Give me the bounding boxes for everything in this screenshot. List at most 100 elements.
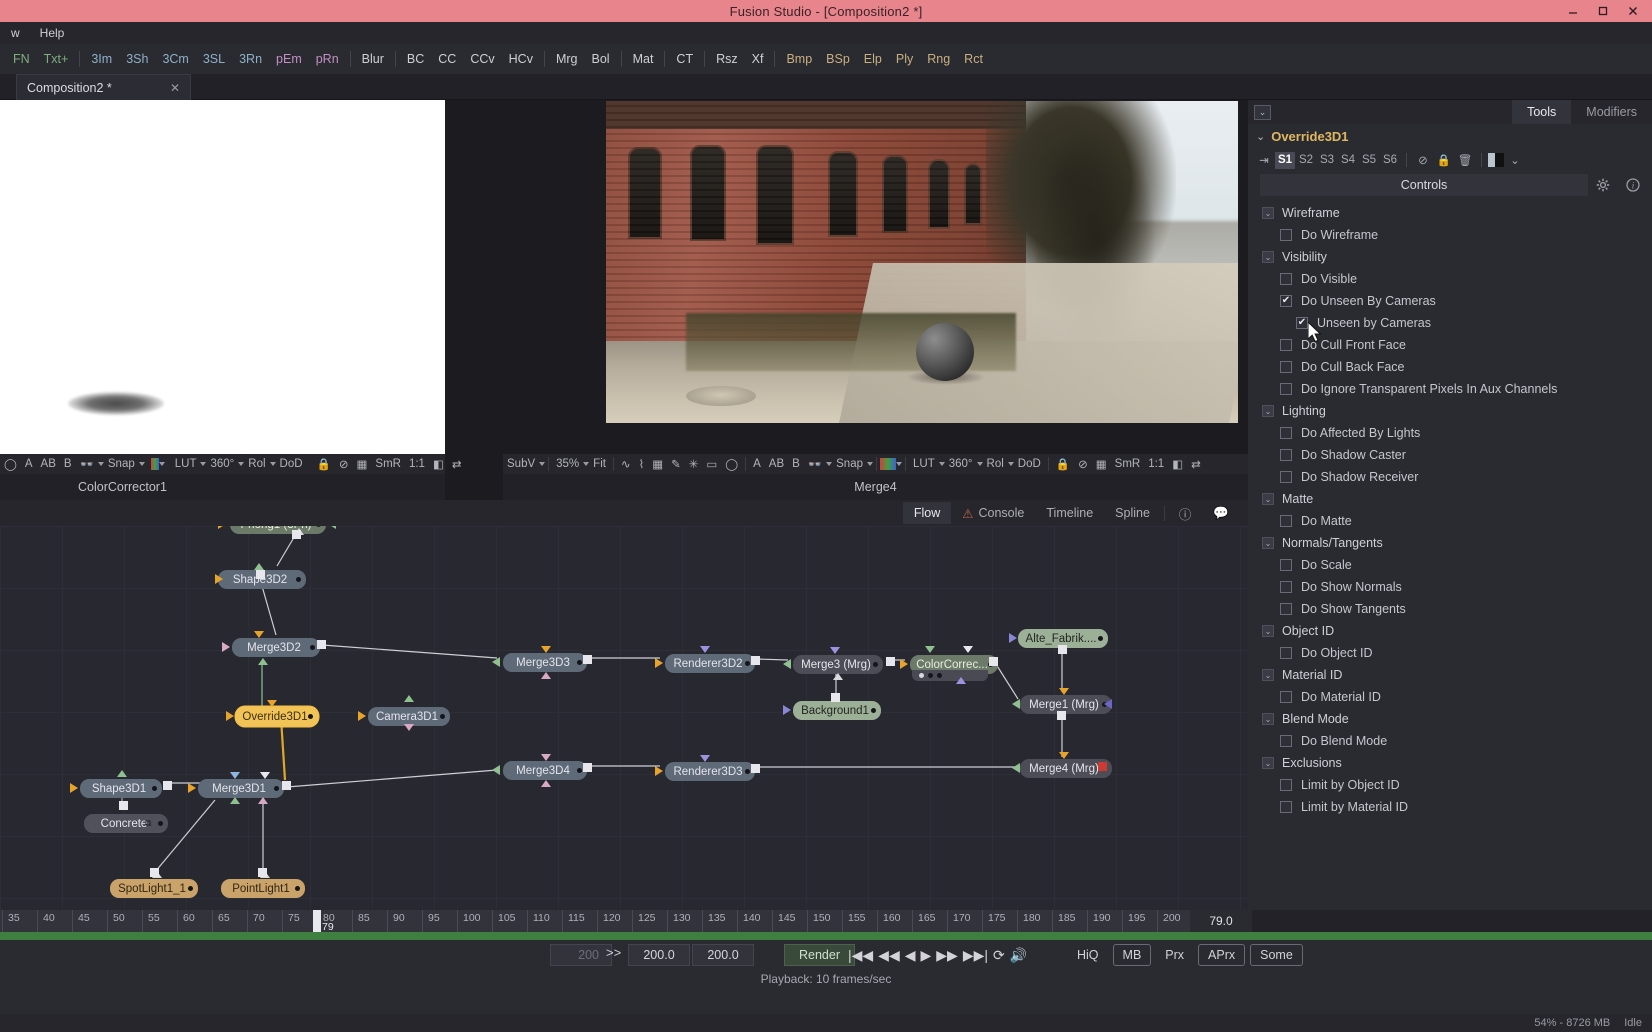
merge1-side-port[interactable]	[1104, 699, 1112, 709]
toolbar-button-mat[interactable]: Mat	[626, 50, 661, 68]
color-bar-icon[interactable]	[1488, 153, 1504, 167]
control-group-normals-tangents[interactable]: ⌄ Normals/Tangents	[1248, 532, 1652, 554]
viewer-left-ratio-button[interactable]: 1:1	[405, 458, 429, 470]
checkbox-do-visible[interactable]	[1280, 273, 1292, 285]
viewer-left-ab-button[interactable]: AB	[37, 458, 60, 470]
chevron-down-icon[interactable]: ⌄	[1262, 207, 1274, 219]
checkbox-do-affected-by-lights[interactable]	[1280, 427, 1292, 439]
toolbar-button-fn[interactable]: FN	[6, 50, 37, 68]
lock-icon[interactable]: 🔒	[313, 457, 335, 471]
tab-tools[interactable]: Tools	[1512, 100, 1572, 124]
control-group-matte[interactable]: ⌄ Matte	[1248, 488, 1652, 510]
viewer-right-snap-button[interactable]: Snap	[832, 458, 867, 470]
toolbar-button-rng[interactable]: Rng	[920, 50, 957, 68]
override3d1-top-port[interactable]	[267, 700, 277, 707]
info-icon[interactable]: i	[1618, 174, 1648, 196]
toolbar-button-cc[interactable]: CC	[431, 50, 463, 68]
chevron-down-icon[interactable]	[158, 462, 165, 466]
toolbar-button-3sl[interactable]: 3SL	[196, 50, 232, 68]
merge3d2-bot-port[interactable]	[258, 658, 268, 665]
node-merge3d3[interactable]: Merge3D3	[503, 653, 587, 672]
control-row-do-wireframe[interactable]: Do Wireframe	[1248, 224, 1652, 246]
checkbox-do-object-id[interactable]	[1280, 647, 1292, 659]
node-output-dot[interactable]	[1098, 636, 1103, 641]
toolbar-button-ct[interactable]: CT	[669, 50, 700, 68]
viewer-left-dod-button[interactable]: DoD	[276, 458, 307, 470]
merge3d3-out-square[interactable]	[583, 655, 592, 664]
merge3d2-out-square[interactable]	[317, 640, 326, 649]
node-pointlight1[interactable]: PointLight1	[221, 879, 305, 898]
close-icon[interactable]: ✕	[170, 81, 180, 95]
pointlight-out-square[interactable]	[258, 868, 267, 877]
curve-icon[interactable]: ∿	[617, 457, 635, 471]
shape3d2-out-square[interactable]	[256, 570, 265, 579]
audio-button[interactable]: 🔊	[1010, 947, 1027, 964]
toolbar-button-3im[interactable]: 3Im	[84, 50, 119, 68]
colorcorrector-top-green[interactable]	[925, 646, 935, 653]
info-icon[interactable]: ⓘ	[1168, 500, 1203, 527]
viewer-left-a-button[interactable]: A	[21, 458, 37, 470]
control-row-do-affected-by-lights[interactable]: Do Affected By Lights	[1248, 422, 1652, 444]
viewer-left-360-button[interactable]: 360°	[206, 458, 238, 470]
merge3d1-bot-green[interactable]	[230, 797, 240, 804]
viewer-right-ab-button[interactable]: AB	[765, 458, 788, 470]
merge3-top-port[interactable]	[830, 647, 840, 654]
merge3d1-top-blue[interactable]	[230, 772, 240, 779]
shape3d1-out-square[interactable]	[163, 781, 172, 790]
camera3d1-bot-port[interactable]	[404, 724, 414, 731]
lock-icon[interactable]: 🔒	[1434, 152, 1454, 169]
pen-icon[interactable]: ✎	[667, 457, 685, 471]
control-row-do-cull-back-face[interactable]: Do Cull Back Face	[1248, 356, 1652, 378]
node-output-dot[interactable]	[310, 645, 315, 650]
chevron-down-icon[interactable]	[138, 462, 145, 466]
node-output-dot[interactable]	[158, 821, 163, 826]
merge3-bot-port[interactable]	[833, 673, 843, 680]
toolbar-button-hcv[interactable]: HCv	[502, 50, 540, 68]
node-merge3d2[interactable]: Merge3D2	[232, 638, 320, 657]
toolbar-button-txt[interactable]: Txt+	[37, 50, 76, 68]
node-output-dot[interactable]	[873, 662, 878, 667]
viewer-left-b-button[interactable]: B	[60, 458, 76, 470]
toolbar-button-prn[interactable]: pRn	[309, 50, 346, 68]
chevron-down-icon[interactable]	[867, 462, 873, 466]
node-concrete[interactable]: Concrete	[84, 814, 168, 833]
chevron-down-icon[interactable]	[896, 462, 902, 466]
checker-icon[interactable]: ▦	[1092, 457, 1111, 471]
control-row-do-unseen-by-cameras[interactable]: Do Unseen By Cameras	[1248, 290, 1652, 312]
altefabrik-out-square[interactable]	[1058, 645, 1067, 654]
render-range-bar[interactable]	[0, 932, 1652, 940]
disable-icon[interactable]: ⊘	[335, 457, 353, 471]
merge3d3-bot-port[interactable]	[541, 672, 551, 679]
split-icon[interactable]: ◧	[429, 457, 448, 471]
chevron-down-icon[interactable]: ⌄	[1505, 152, 1525, 169]
checkbox-do-cull-back-face[interactable]	[1280, 361, 1292, 373]
render-button[interactable]: Render	[784, 944, 855, 966]
sparkle-icon[interactable]: ✳	[685, 457, 703, 471]
loop-button[interactable]: ⟳	[993, 947, 1005, 964]
chevron-down-icon[interactable]: ⌄	[1256, 130, 1265, 143]
magnet-icon[interactable]: ⌇	[635, 457, 649, 471]
checkbox-do-show-normals[interactable]	[1280, 581, 1292, 593]
toolbar-button-pem[interactable]: pEm	[269, 50, 309, 68]
disable-icon[interactable]: ⊘	[1074, 457, 1092, 471]
viewer-right-lut-button[interactable]: LUT	[909, 458, 939, 470]
grid-icon[interactable]: ▦	[648, 457, 667, 471]
checkbox-do-unseen-by-cameras[interactable]	[1280, 295, 1292, 307]
control-group-wireframe[interactable]: ⌄ Wireframe	[1248, 202, 1652, 224]
camera3d1-input-port[interactable]	[358, 711, 366, 721]
control-group-visibility[interactable]: ⌄ Visibility	[1248, 246, 1652, 268]
renderer3d2-input-port[interactable]	[655, 658, 663, 668]
menu-item-help[interactable]: Help	[31, 24, 74, 42]
control-row-limit-by-material-id[interactable]: Limit by Material ID	[1248, 796, 1652, 818]
merge3d1-top-white[interactable]	[260, 772, 270, 779]
stereo-icon[interactable]: 👓	[76, 457, 98, 471]
merge3d2-input-port[interactable]	[222, 642, 230, 652]
viewer-left-smr-button[interactable]: SmR	[371, 458, 405, 470]
node-output-dot[interactable]	[745, 769, 750, 774]
node-renderer3d3[interactable]: Renderer3D3	[665, 762, 755, 781]
viewer-right[interactable]: SubV 35% Fit ∿ ⌇ ▦ ✎ ✳ ▭ ◯ A AB B 👓 Snap…	[503, 100, 1248, 500]
merge3d3-top-port[interactable]	[541, 646, 551, 653]
lock-icon[interactable]: 🔒	[1052, 457, 1074, 471]
flow-tab-spline[interactable]: Spline	[1104, 502, 1161, 524]
chevron-down-icon[interactable]: ⌄	[1262, 713, 1274, 725]
